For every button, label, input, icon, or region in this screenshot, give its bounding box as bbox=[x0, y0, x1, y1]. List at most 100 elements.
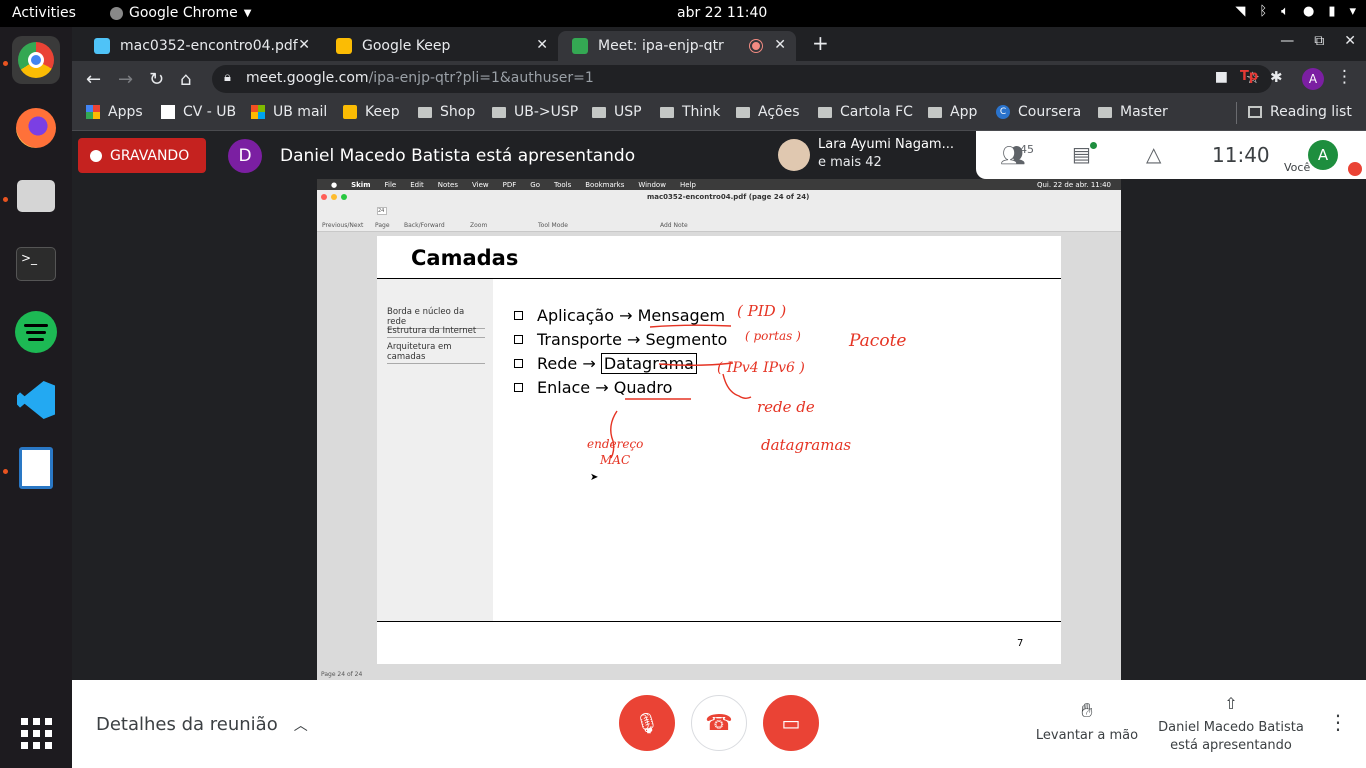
ink-text: MAC bbox=[599, 453, 630, 467]
leave-call-button[interactable]: ☎︎ bbox=[691, 695, 747, 751]
mouse-pointer-icon: ➤ bbox=[590, 472, 599, 483]
close-window-icon[interactable]: ✕ bbox=[1344, 33, 1356, 49]
dock-writer[interactable] bbox=[12, 444, 60, 492]
tab-title: Meet: ipa-enjp-qtr bbox=[598, 38, 724, 54]
more-options-icon[interactable]: ⋮ bbox=[1328, 710, 1348, 734]
people-count: 45 bbox=[1020, 143, 1034, 156]
close-icon[interactable]: ✕ bbox=[536, 37, 548, 53]
reading-list-icon bbox=[1248, 106, 1262, 118]
tab-keep[interactable]: Google Keep ✕ bbox=[322, 31, 558, 61]
presenting-label: Daniel Macedo Batista está apresentando bbox=[1158, 720, 1304, 753]
participant-tile[interactable]: Lara Ayumi Nagam... e mais 42 bbox=[776, 131, 976, 179]
dock-vscode[interactable] bbox=[12, 376, 60, 424]
new-tab-button[interactable]: + bbox=[812, 31, 829, 55]
apps-grid-icon bbox=[20, 717, 52, 749]
profile-avatar[interactable]: A bbox=[1302, 68, 1324, 90]
bookmark-shop[interactable]: Shop bbox=[418, 104, 475, 120]
bookmark-ub-mail[interactable]: UB mail bbox=[251, 104, 327, 120]
dock-firefox[interactable] bbox=[12, 104, 60, 152]
hang-up-icon: ☎︎ bbox=[705, 710, 733, 736]
skim-toolbar: mac0352-encontro04.pdf (page 24 of 24) 2… bbox=[317, 190, 1121, 232]
address-bar[interactable]: 🔒︎ meet.google.com/ipa-enjp-qtr?pli=1&au… bbox=[212, 65, 1272, 93]
extension-icon[interactable]: Tp bbox=[1240, 69, 1258, 84]
bookmark-app[interactable]: App bbox=[928, 104, 977, 120]
camera-toggle-button[interactable]: ▭ bbox=[763, 695, 819, 751]
ink-text: endereço bbox=[587, 437, 643, 451]
show-apps-button[interactable] bbox=[12, 709, 60, 757]
back-icon[interactable]: ← bbox=[86, 69, 101, 90]
puzzle-icon[interactable]: ✱ bbox=[1270, 68, 1283, 86]
menu-go: Go bbox=[530, 180, 540, 189]
battery-icon: ▮ bbox=[1328, 4, 1336, 19]
bookmark-coursera[interactable]: C Coursera bbox=[996, 104, 1081, 120]
url-host: meet.google.com bbox=[246, 70, 369, 86]
skim-window-title: mac0352-encontro04.pdf (page 24 of 24) bbox=[647, 193, 810, 201]
presenter-avatar: D bbox=[228, 139, 262, 173]
dock-terminal[interactable]: >_ bbox=[12, 240, 60, 288]
mic-off-icon: 🎙︎ bbox=[634, 711, 660, 735]
maximize-icon[interactable]: ⧉ bbox=[1314, 33, 1324, 49]
toolbar-label: Previous/Next bbox=[322, 222, 364, 229]
close-icon[interactable]: ✕ bbox=[774, 37, 786, 53]
reading-list-button[interactable]: Reading list bbox=[1248, 104, 1352, 120]
close-icon[interactable]: ✕ bbox=[298, 37, 310, 53]
bookmark-label: UB mail bbox=[273, 104, 328, 120]
participant-more: e mais 42 bbox=[818, 155, 882, 170]
terminal-icon: >_ bbox=[16, 247, 56, 281]
clock[interactable]: abr 22 11:40 bbox=[677, 5, 767, 21]
tab-pdf[interactable]: mac0352-encontro04.pdf ✕ bbox=[80, 31, 320, 61]
bookmark-usp[interactable]: USP bbox=[592, 104, 642, 120]
minimize-icon[interactable]: — bbox=[1280, 33, 1294, 49]
bookmark-divider bbox=[1236, 102, 1237, 124]
bookmark-master[interactable]: Master bbox=[1098, 104, 1168, 120]
reading-list-label: Reading list bbox=[1270, 104, 1352, 120]
bookmark-label: Think bbox=[682, 104, 721, 120]
hand-icon: ✋︎ bbox=[1081, 698, 1093, 722]
presenting-button[interactable]: ⇧ Daniel Macedo Batista está apresentand… bbox=[1156, 694, 1306, 755]
bookmark-label: UB->USP bbox=[514, 104, 579, 120]
reload-icon[interactable]: ↻ bbox=[149, 69, 164, 90]
vscode-icon bbox=[17, 381, 55, 419]
bookmark-acoes[interactable]: Ações bbox=[736, 104, 800, 120]
bookmark-think[interactable]: Think bbox=[660, 104, 720, 120]
bookmark-label: USP bbox=[614, 104, 642, 120]
dock-files[interactable] bbox=[12, 172, 60, 220]
bookmark-apps[interactable]: Apps bbox=[86, 104, 143, 120]
dock-spotify[interactable] bbox=[12, 308, 60, 356]
url-text: meet.google.com/ipa-enjp-qtr?pli=1&authu… bbox=[246, 70, 594, 86]
menu-notes: Notes bbox=[437, 180, 458, 189]
bookmark-cv-ub[interactable]: CV - UB bbox=[161, 104, 236, 120]
app-menu[interactable]: Google Chrome ▼ bbox=[110, 5, 251, 21]
kebab-menu-icon[interactable]: ⋮ bbox=[1336, 67, 1353, 87]
meeting-details-button[interactable]: Detalhes da reunião ︿ bbox=[96, 714, 308, 735]
activities-icon[interactable]: △ bbox=[1146, 142, 1161, 166]
present-screen-icon: ⇧ bbox=[1224, 694, 1238, 713]
tab-meet[interactable]: Meet: ipa-enjp-qtr ✕ bbox=[558, 31, 796, 61]
raise-hand-button[interactable]: ✋︎ Levantar a mão bbox=[1032, 698, 1142, 743]
folder-icon bbox=[818, 106, 832, 118]
system-tray[interactable]: ◥ ᛒ 🔈︎ ● ▮ ▾ bbox=[1235, 4, 1356, 19]
recording-badge[interactable]: GRAVANDO bbox=[78, 138, 206, 173]
forward-icon[interactable]: → bbox=[118, 69, 133, 90]
self-avatar[interactable]: A bbox=[1308, 140, 1338, 170]
mic-toggle-button[interactable]: 🎙︎ bbox=[619, 695, 675, 751]
coursera-icon: C bbox=[996, 105, 1010, 119]
bookmark-cartola[interactable]: Cartola FC bbox=[818, 104, 913, 120]
document-icon bbox=[19, 447, 53, 489]
home-icon[interactable]: ⌂ bbox=[180, 69, 191, 90]
microphone-icon: ● bbox=[1302, 4, 1315, 19]
dock-chrome[interactable] bbox=[12, 36, 60, 84]
activities-button[interactable]: Activities bbox=[12, 5, 76, 21]
browser-toolbar: ← → ↻ ⌂ 🔒︎ meet.google.com/ipa-enjp-qtr?… bbox=[72, 61, 1366, 97]
bookmarks-bar: Apps CV - UB UB mail Keep Shop UB->USP U… bbox=[72, 97, 1366, 131]
menu-help: Help bbox=[679, 180, 696, 189]
mac-clock: Qui. 22 de abr. 11:40 bbox=[1036, 180, 1111, 189]
camera-icon[interactable]: ■ bbox=[1215, 69, 1228, 85]
chat-icon[interactable]: ▤ bbox=[1072, 142, 1091, 166]
bookmark-ub-usp[interactable]: UB->USP bbox=[492, 104, 578, 120]
ink-text: rede de bbox=[757, 398, 815, 416]
bookmark-label: Apps bbox=[108, 104, 143, 120]
ink-underline bbox=[649, 324, 732, 328]
bookmark-keep[interactable]: Keep bbox=[343, 104, 400, 120]
ink-pointer-line bbox=[722, 373, 752, 399]
